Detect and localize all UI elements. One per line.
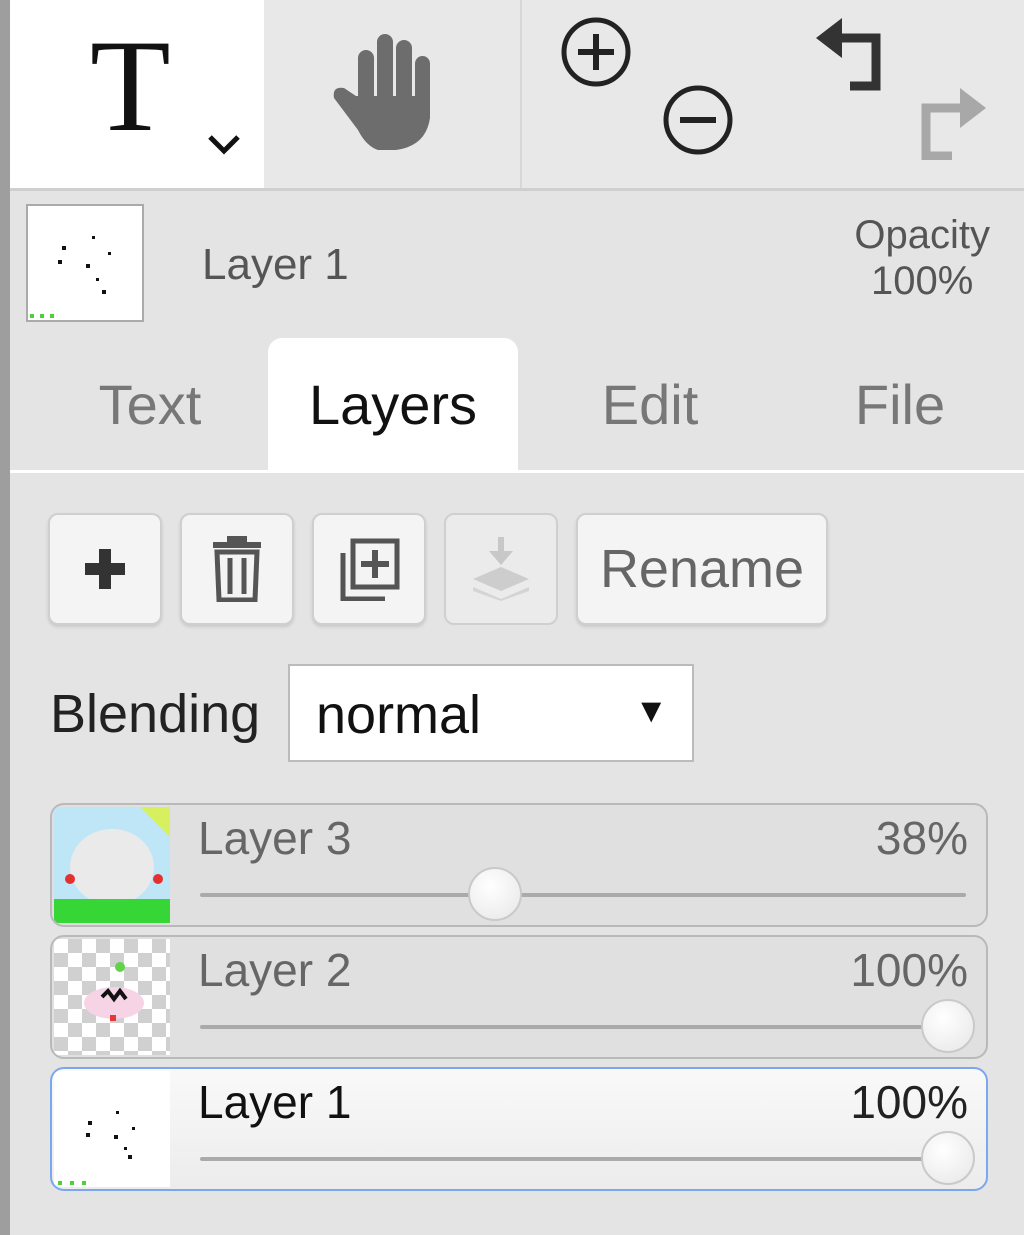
hand-icon bbox=[333, 34, 430, 150]
plus-icon bbox=[85, 549, 125, 589]
zoom-in-icon[interactable] bbox=[558, 14, 634, 95]
undo-icon[interactable] bbox=[810, 12, 890, 97]
current-layer-opacity: Opacity 100% bbox=[854, 212, 990, 304]
layer-row-2[interactable]: Layer 2 100% bbox=[50, 935, 988, 1059]
delete-layer-button[interactable] bbox=[180, 513, 294, 625]
layer-name: Layer 1 bbox=[198, 1076, 352, 1128]
layers-panel: Rename Blending normal ▼ Layer 3 38% Lay… bbox=[10, 473, 1024, 1235]
blending-label: Blending bbox=[50, 684, 261, 744]
text-tool-icon: T bbox=[90, 12, 171, 159]
merge-down-icon bbox=[473, 537, 529, 601]
merge-down-button[interactable] bbox=[444, 513, 558, 625]
layer-opacity-slider-track[interactable] bbox=[200, 893, 966, 897]
layer-opacity-slider-track[interactable] bbox=[200, 1157, 966, 1161]
layer-opacity-value: 38% bbox=[875, 812, 968, 864]
opacity-value: 100% bbox=[871, 259, 974, 303]
layer-opacity-slider-knob[interactable] bbox=[468, 867, 523, 921]
layer-opacity-slider-knob[interactable] bbox=[921, 999, 975, 1053]
layer-thumbnail bbox=[54, 807, 170, 923]
layer-name: Layer 3 bbox=[198, 812, 352, 864]
tab-layers[interactable]: Layers bbox=[268, 338, 518, 470]
rename-button[interactable]: Rename bbox=[576, 513, 828, 625]
toolbar: T bbox=[10, 0, 1024, 191]
tab-text[interactable]: Text bbox=[50, 338, 250, 470]
layer-thumbnail bbox=[54, 1071, 170, 1187]
text-tool-button[interactable]: T bbox=[10, 0, 264, 188]
current-layer-name: Layer 1 bbox=[202, 240, 349, 289]
tab-file[interactable]: File bbox=[800, 338, 1000, 470]
layer-opacity-value: 100% bbox=[850, 1076, 968, 1128]
tab-bar: Text Layers Edit File bbox=[10, 338, 1024, 473]
zoom-out-icon[interactable] bbox=[660, 82, 736, 163]
layer-name: Layer 2 bbox=[198, 944, 352, 996]
current-layer-thumbnail[interactable] bbox=[26, 204, 144, 322]
add-layer-button[interactable] bbox=[48, 513, 162, 625]
dropdown-arrow-icon: ▼ bbox=[634, 692, 668, 730]
left-edge-border bbox=[0, 0, 10, 1235]
layer-opacity-slider-knob[interactable] bbox=[921, 1131, 975, 1185]
blending-value: normal bbox=[316, 685, 482, 745]
layer-opacity-slider-track[interactable] bbox=[200, 1025, 966, 1029]
hand-tool-button[interactable] bbox=[264, 0, 522, 188]
duplicate-layer-button[interactable] bbox=[312, 513, 426, 625]
trash-icon bbox=[213, 536, 261, 602]
layer-thumbnail bbox=[54, 939, 170, 1055]
blending-select[interactable]: normal ▼ bbox=[288, 664, 694, 762]
duplicate-icon bbox=[340, 538, 400, 601]
chevron-down-icon[interactable] bbox=[206, 132, 242, 161]
layer-row-1[interactable]: Layer 1 100% bbox=[50, 1067, 988, 1191]
opacity-label: Opacity bbox=[854, 213, 990, 257]
layer-opacity-value: 100% bbox=[850, 944, 968, 996]
layer-row-3[interactable]: Layer 3 38% bbox=[50, 803, 988, 927]
redo-icon[interactable] bbox=[912, 80, 992, 165]
tab-edit[interactable]: Edit bbox=[550, 338, 750, 470]
